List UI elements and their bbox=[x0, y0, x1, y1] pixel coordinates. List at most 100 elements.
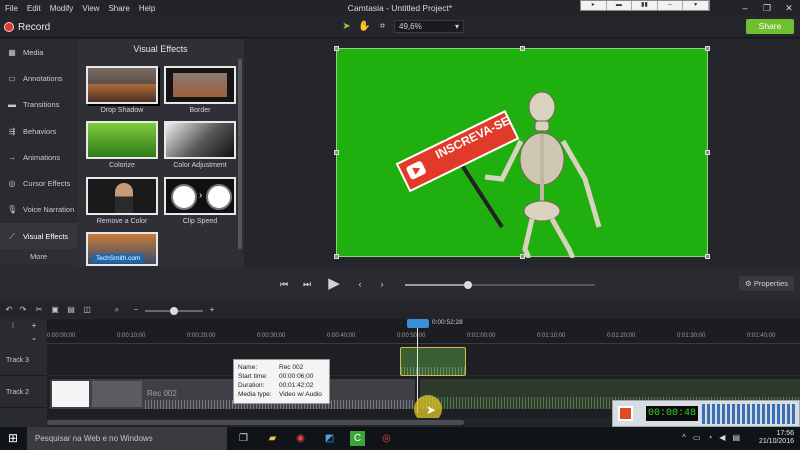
panel-scrollbar[interactable] bbox=[238, 59, 242, 249]
resize-handle[interactable] bbox=[520, 46, 525, 51]
tab-visual-effects[interactable]: ⟋ Visual Effects bbox=[0, 223, 77, 250]
track-settings-icon[interactable]: ⁝ bbox=[8, 321, 18, 331]
pointer-icon[interactable]: ➤ bbox=[340, 20, 353, 33]
skeleton-scene bbox=[395, 91, 602, 258]
menu-file[interactable]: File bbox=[5, 4, 18, 13]
taskbar-search[interactable]: Pesquisar na Web e no Windows bbox=[27, 427, 227, 450]
scrubber[interactable] bbox=[405, 281, 595, 289]
tab-label: Animations bbox=[23, 152, 61, 162]
magnify-icon[interactable]: ⌕ bbox=[112, 305, 122, 315]
cut-icon[interactable]: ✂ bbox=[34, 305, 44, 315]
tab-label: Transitions bbox=[23, 100, 60, 110]
paste-icon[interactable]: ▤ bbox=[66, 305, 76, 315]
main-toolbar: Record ➤ ✋ ⌗ 49,6% ▾ Share bbox=[0, 16, 800, 38]
effect-item-7[interactable]: TechSmith.com bbox=[86, 232, 158, 266]
playhead-time: 0:00:52;28 bbox=[432, 319, 463, 326]
timeline-ruler[interactable]: 0:00:00;00 0:00:10;00 0:00:20;00 0:00:30;00… bbox=[47, 330, 800, 344]
tab-transitions[interactable]: ▬ Transitions bbox=[0, 92, 77, 118]
tab-media[interactable]: ▦ Media bbox=[0, 39, 77, 65]
resize-handle[interactable] bbox=[705, 150, 710, 155]
effect-label: Border bbox=[189, 107, 211, 114]
menu-share[interactable]: Share bbox=[108, 4, 129, 13]
step-forward-icon[interactable]: ⏭ bbox=[300, 277, 314, 291]
audio-level-meters bbox=[702, 404, 797, 424]
zoom-dropdown[interactable]: 49,6% ▾ bbox=[394, 20, 464, 33]
add-track-icon[interactable]: + bbox=[29, 321, 39, 331]
preview-canvas[interactable]: INSCREVA-SE bbox=[334, 46, 710, 259]
copy-icon[interactable]: ▣ bbox=[50, 305, 60, 315]
animation-icon: → bbox=[8, 152, 16, 162]
stop-record-button[interactable] bbox=[618, 406, 633, 421]
wand-icon: ⟋ bbox=[9, 231, 15, 241]
close-button[interactable]: ✕ bbox=[778, 0, 800, 16]
effect-thumbnail bbox=[86, 66, 158, 104]
camtasia-icon[interactable]: C bbox=[350, 431, 365, 446]
scrubber-progress bbox=[405, 284, 467, 286]
menu-modify[interactable]: Modify bbox=[50, 4, 74, 13]
network-icon[interactable]: ▭ bbox=[693, 433, 701, 442]
maximize-button[interactable]: ❐ bbox=[756, 0, 778, 16]
minimize-button[interactable]: – bbox=[734, 0, 756, 16]
properties-button[interactable]: ⚙ Properties bbox=[739, 276, 794, 291]
tab-voice-narration[interactable]: 🎙 Voice Narration bbox=[0, 197, 77, 223]
zoom-out-icon[interactable]: − bbox=[131, 305, 141, 315]
record-icon bbox=[4, 22, 14, 32]
volume-icon[interactable]: ◀ bbox=[719, 433, 725, 442]
scrubber-knob[interactable] bbox=[464, 281, 472, 289]
effect-border[interactable]: Border bbox=[164, 66, 236, 114]
chrome-icon[interactable]: ◉ bbox=[293, 431, 308, 446]
clock-icon bbox=[171, 184, 197, 210]
effect-clip-speed[interactable]: › Clip Speed bbox=[164, 177, 236, 225]
resize-handle[interactable] bbox=[520, 254, 525, 259]
resize-handle[interactable] bbox=[705, 46, 710, 51]
share-button[interactable]: Share bbox=[746, 19, 794, 34]
step-back-icon[interactable]: ⏮ bbox=[277, 277, 291, 291]
zoom-knob[interactable] bbox=[170, 307, 178, 315]
more-button[interactable]: More bbox=[0, 249, 77, 266]
undo-icon[interactable]: ↶ bbox=[4, 305, 14, 315]
techsmith-watermark: TechSmith.com bbox=[93, 254, 144, 263]
taskbar-clock[interactable]: 17:56 21/10/2016 bbox=[759, 430, 794, 446]
tray-chevron-icon[interactable]: ^ bbox=[682, 433, 686, 442]
scrollbar-thumb[interactable] bbox=[47, 420, 464, 425]
crop-icon[interactable]: ⌗ bbox=[376, 20, 389, 33]
effect-drop-shadow[interactable]: Drop Shadow bbox=[86, 66, 158, 114]
menu-edit[interactable]: Edit bbox=[27, 4, 41, 13]
timeline-clip[interactable] bbox=[400, 347, 466, 376]
split-icon[interactable]: ◫ bbox=[82, 305, 92, 315]
effect-remove-a-color[interactable]: Remove a Color bbox=[86, 177, 158, 225]
tab-behaviors[interactable]: ⇶ Behaviors bbox=[0, 118, 77, 144]
menu-view[interactable]: View bbox=[82, 4, 99, 13]
hand-pan-icon[interactable]: ✋ bbox=[358, 20, 371, 33]
effect-colorize[interactable]: Colorize bbox=[86, 121, 158, 169]
task-view-icon[interactable]: ❐ bbox=[236, 431, 251, 446]
collapse-tracks-icon[interactable]: ⌄ bbox=[29, 333, 39, 343]
canvas-tools: ➤ ✋ ⌗ 49,6% ▾ bbox=[340, 20, 464, 33]
previous-frame-icon[interactable]: ‹ bbox=[353, 277, 367, 291]
tab-cursor-effects[interactable]: ◎ Cursor Effects bbox=[0, 170, 77, 196]
wifi-icon[interactable]: ◔ bbox=[707, 433, 712, 442]
menu-help[interactable]: Help bbox=[139, 4, 155, 13]
next-frame-icon[interactable]: › bbox=[375, 277, 389, 291]
effect-color-adjustment[interactable]: Color Adjustment bbox=[164, 121, 236, 169]
redo-icon[interactable]: ↷ bbox=[18, 305, 28, 315]
tool-tabs: ▦ Media ▭ Annotations ▬ Transitions ⇶ Behaviors… bbox=[0, 39, 77, 267]
store-icon[interactable]: ◩ bbox=[322, 431, 337, 446]
file-explorer-icon[interactable]: ▰ bbox=[265, 431, 280, 446]
effect-thumbnail bbox=[86, 121, 158, 159]
recorder-app-icon[interactable]: ◎ bbox=[379, 431, 394, 446]
tab-animations[interactable]: → Animations bbox=[0, 144, 77, 170]
zoom-in-icon[interactable]: + bbox=[207, 305, 217, 315]
notification-icon[interactable]: ▤ bbox=[732, 433, 740, 442]
recorder-mini-toolbar[interactable]: ▸ ▬ ▮▮ ─ ▾ bbox=[580, 0, 710, 11]
resize-handle[interactable] bbox=[334, 46, 339, 51]
play-icon[interactable]: ▶ bbox=[324, 274, 344, 294]
playhead-handle[interactable] bbox=[407, 319, 429, 328]
resize-handle[interactable] bbox=[334, 254, 339, 259]
tab-annotations[interactable]: ▭ Annotations bbox=[0, 65, 77, 91]
resize-handle[interactable] bbox=[705, 254, 710, 259]
record-button[interactable]: Record bbox=[4, 20, 50, 34]
windows-start-icon[interactable]: ⊞ bbox=[8, 432, 21, 445]
timeline-zoom-slider[interactable] bbox=[145, 307, 203, 315]
resize-handle[interactable] bbox=[334, 150, 339, 155]
